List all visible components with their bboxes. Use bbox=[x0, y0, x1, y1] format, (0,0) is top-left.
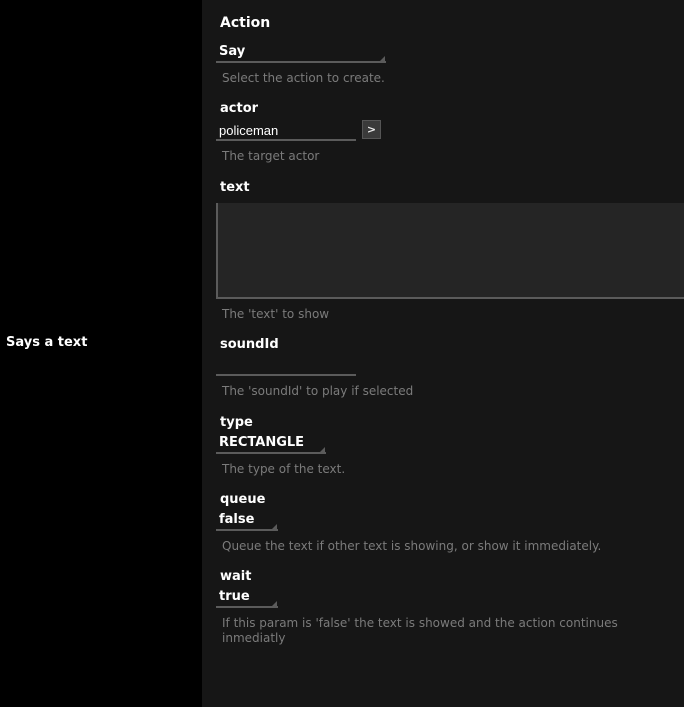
wait-dropdown[interactable]: true bbox=[216, 588, 278, 608]
panel-title: Action bbox=[216, 15, 684, 31]
actor-hint: The target actor bbox=[216, 141, 684, 177]
field-action: Say Select the action to create. bbox=[216, 43, 684, 99]
action-dropdown[interactable]: Say bbox=[216, 43, 386, 63]
wait-hint: If this param is 'false' the text is sho… bbox=[216, 608, 684, 659]
queue-dropdown-value: false bbox=[219, 512, 254, 527]
field-text: text The 'text' to show bbox=[216, 180, 684, 335]
field-type: type RECTANGLE The type of the text. bbox=[216, 415, 684, 490]
queue-dropdown[interactable]: false bbox=[216, 511, 278, 531]
queue-label: queue bbox=[216, 492, 684, 511]
chevron-down-icon bbox=[272, 601, 277, 606]
action-hint: Select the action to create. bbox=[216, 63, 684, 99]
chevron-down-icon bbox=[272, 524, 277, 529]
queue-hint: Queue the text if other text is showing,… bbox=[216, 531, 684, 567]
action-dropdown-value: Say bbox=[219, 44, 245, 59]
actor-label: actor bbox=[216, 101, 684, 120]
field-soundid: soundId The 'soundId' to play if selecte… bbox=[216, 337, 684, 412]
wait-label: wait bbox=[216, 569, 684, 588]
text-textarea[interactable] bbox=[216, 203, 684, 299]
type-label: type bbox=[216, 415, 684, 434]
field-queue: queue false Queue the text if other text… bbox=[216, 492, 684, 567]
chevron-down-icon bbox=[380, 56, 385, 61]
chevron-down-icon bbox=[320, 447, 325, 452]
type-hint: The type of the text. bbox=[216, 454, 684, 490]
actor-browse-button[interactable]: > bbox=[362, 120, 381, 139]
text-label: text bbox=[216, 180, 684, 199]
action-editor-panel: Action Say Select the action to create. … bbox=[202, 0, 684, 707]
field-actor: actor > The target actor bbox=[216, 101, 684, 177]
soundid-hint: The 'soundId' to play if selected bbox=[216, 376, 684, 412]
side-panel: Says a text bbox=[0, 0, 202, 707]
soundid-label: soundId bbox=[216, 337, 684, 356]
text-hint: The 'text' to show bbox=[216, 299, 684, 335]
action-description: Says a text bbox=[6, 335, 202, 350]
type-dropdown-value: RECTANGLE bbox=[219, 435, 304, 450]
actor-input[interactable] bbox=[216, 121, 356, 141]
type-dropdown[interactable]: RECTANGLE bbox=[216, 434, 326, 454]
field-wait: wait true If this param is 'false' the t… bbox=[216, 569, 684, 659]
soundid-input[interactable] bbox=[216, 356, 356, 376]
wait-dropdown-value: true bbox=[219, 589, 250, 604]
